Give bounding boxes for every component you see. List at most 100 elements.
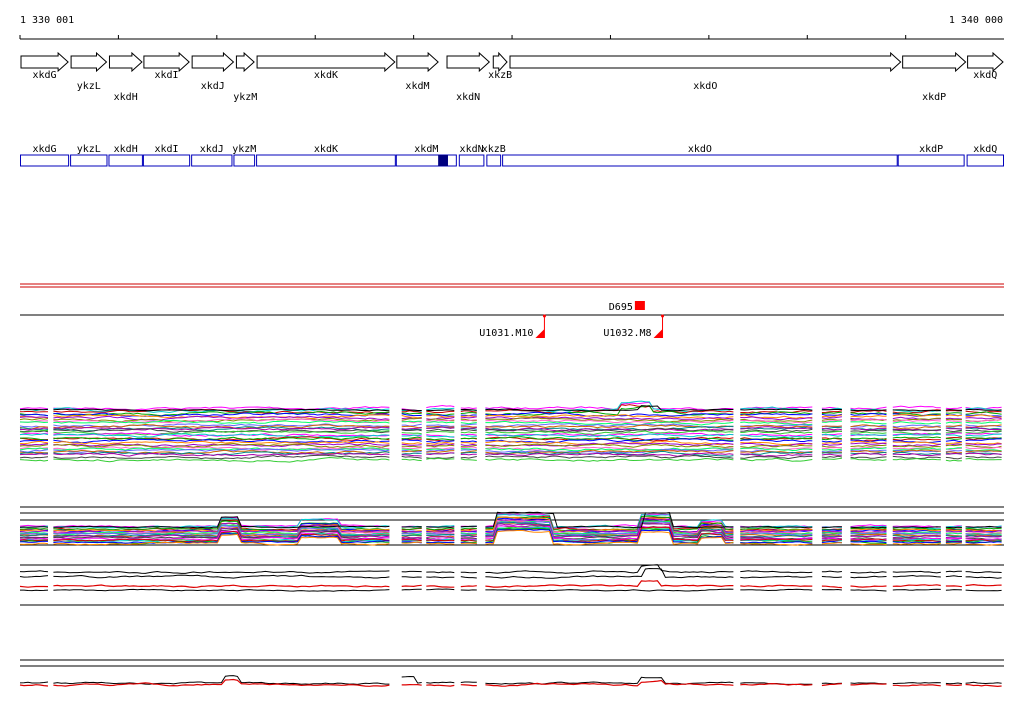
profile-line bbox=[740, 584, 813, 588]
profile-line bbox=[460, 412, 477, 414]
profile-line bbox=[892, 574, 941, 578]
profile-line bbox=[892, 436, 941, 439]
profile-line bbox=[426, 441, 455, 445]
gene-arrow-label: xkdJ bbox=[201, 81, 225, 92]
profile-line bbox=[821, 452, 842, 454]
profile-line bbox=[19, 433, 49, 436]
profile-line bbox=[460, 456, 477, 459]
profile-line bbox=[460, 429, 477, 432]
gene-box-label: xkdH bbox=[114, 144, 138, 155]
profile-line bbox=[426, 440, 455, 444]
gene-arrow-ykzM bbox=[235, 51, 255, 73]
profile-line bbox=[19, 416, 49, 418]
profile-line bbox=[892, 684, 941, 687]
profile-line bbox=[19, 459, 49, 462]
marker-dot bbox=[661, 314, 665, 318]
profile-line bbox=[401, 683, 422, 686]
profile-tracks bbox=[19, 400, 1004, 688]
profile-line bbox=[19, 410, 48, 413]
profile-line bbox=[460, 441, 477, 444]
profile-line bbox=[945, 436, 962, 439]
marker-label: U1031.M10 bbox=[479, 328, 533, 339]
profile-line bbox=[426, 576, 455, 579]
gene-box-xkdG bbox=[20, 154, 70, 167]
profile-line bbox=[965, 443, 1002, 446]
profile-line bbox=[850, 585, 887, 588]
profile-line bbox=[821, 427, 842, 431]
profile-line bbox=[850, 429, 887, 433]
profile-line bbox=[401, 452, 422, 455]
profile-line bbox=[19, 439, 49, 442]
profile-line bbox=[965, 417, 1002, 420]
profile-line bbox=[460, 537, 477, 540]
profile-line bbox=[821, 576, 842, 578]
profile-line bbox=[850, 458, 887, 461]
profile-line bbox=[401, 439, 422, 442]
profile-line bbox=[460, 535, 477, 538]
profile-line bbox=[821, 585, 842, 589]
profile-line bbox=[892, 433, 941, 436]
profile-line bbox=[850, 434, 887, 436]
profile-line bbox=[19, 542, 49, 545]
highlight-block bbox=[438, 155, 448, 166]
profile-line bbox=[401, 527, 422, 530]
profile-line bbox=[401, 588, 422, 591]
profile-line bbox=[19, 407, 49, 410]
profile-line bbox=[945, 450, 962, 452]
gene-arrow-label: xkdO bbox=[693, 81, 717, 92]
profile-line bbox=[821, 449, 842, 453]
gene-box-ykzL bbox=[70, 154, 108, 167]
profile-line bbox=[19, 684, 49, 687]
profile-line bbox=[965, 408, 1002, 411]
profile-line bbox=[850, 571, 887, 574]
gene-box-label: ykzL bbox=[77, 144, 101, 155]
profile-line bbox=[850, 533, 887, 536]
gene-arrow-xkdM bbox=[396, 51, 439, 73]
profile-line bbox=[740, 588, 813, 592]
profile-line bbox=[19, 681, 49, 684]
profile-line bbox=[426, 404, 455, 409]
profile-line bbox=[740, 575, 813, 579]
profile-line bbox=[945, 439, 962, 443]
marker-dot bbox=[542, 314, 546, 318]
marker-box bbox=[634, 301, 645, 310]
profile-line bbox=[401, 445, 422, 448]
profile-line bbox=[892, 584, 941, 587]
profile-line bbox=[850, 456, 887, 459]
gene-box-label: xkdM bbox=[414, 144, 438, 155]
profile-line bbox=[53, 584, 390, 589]
profile-line bbox=[485, 564, 734, 574]
profile-line bbox=[460, 423, 477, 426]
gene-box-xkdQ bbox=[966, 154, 1004, 167]
gene-box-label: ykzM bbox=[232, 144, 256, 155]
profile-line bbox=[965, 583, 1002, 587]
profile-line bbox=[460, 407, 477, 410]
profile-line bbox=[426, 457, 455, 461]
profile-line bbox=[945, 441, 962, 444]
profile-line bbox=[965, 681, 1002, 685]
profile-line bbox=[740, 453, 813, 457]
profile-line bbox=[460, 576, 477, 579]
profile-line bbox=[892, 443, 941, 447]
profile-line bbox=[401, 570, 422, 573]
profile-line bbox=[850, 683, 887, 686]
track-separator bbox=[20, 283, 1004, 288]
profile-line bbox=[821, 542, 842, 545]
gene-arrow-label: xkdP bbox=[922, 92, 946, 103]
ruler-ticks bbox=[19, 35, 907, 39]
profile-line bbox=[19, 585, 49, 588]
gene-box-label: xkdO bbox=[688, 144, 712, 155]
profile-line bbox=[460, 681, 477, 683]
ruler-end-label: 1 340 000 bbox=[949, 15, 1003, 26]
profile-line bbox=[460, 571, 477, 574]
profile-line bbox=[53, 574, 390, 579]
profile-line bbox=[460, 458, 477, 461]
profile-line bbox=[485, 588, 734, 592]
gene-arrow-label: xkdI bbox=[154, 70, 178, 81]
profile-line bbox=[401, 447, 422, 450]
profile-line bbox=[20, 527, 49, 530]
profile-line bbox=[460, 410, 477, 413]
profile-line bbox=[892, 682, 941, 684]
profile-line bbox=[19, 421, 49, 424]
profile-line bbox=[460, 422, 477, 425]
